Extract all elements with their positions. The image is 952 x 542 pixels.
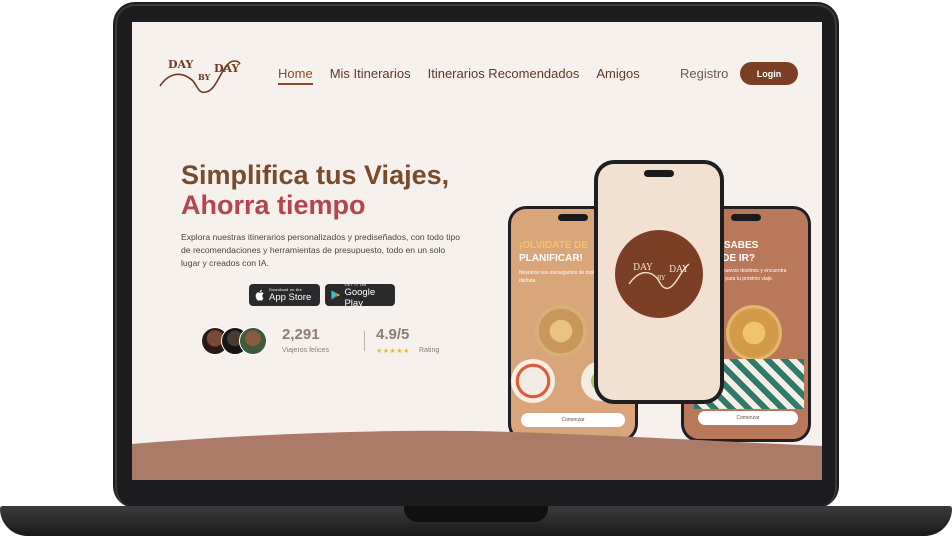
app-logo-by: BY	[657, 275, 666, 282]
traveler-avatars	[201, 327, 271, 357]
app-logo-circle: DAY BY DAY	[615, 230, 703, 318]
phone-notch	[644, 170, 674, 177]
phone-left-heading-line1: ¡OLVÍDATE DE	[519, 240, 589, 251]
app-store-big: App Store	[269, 292, 312, 303]
phone-left-heading-line2: PLANIFICAR!	[519, 253, 583, 264]
laptop-notch	[404, 506, 548, 522]
phone-notch	[558, 214, 588, 221]
main-nav: Home Mis Itinerarios Itinerarios Recomen…	[278, 66, 640, 85]
rating-label: Rating	[419, 347, 440, 354]
google-play-big: Google Play	[344, 286, 376, 309]
day-by-day-logo[interactable]: DAY BY DAY	[158, 50, 242, 98]
hero-description: Explora nuestras itinerarios personaliza…	[181, 232, 460, 268]
logo-word-day2: DAY	[214, 62, 240, 75]
app-store-text: Download on the App Store	[269, 287, 311, 303]
straw-hat-image	[535, 305, 587, 357]
rating-value: 4.9/5	[376, 326, 410, 343]
users-count: 2,291	[282, 326, 320, 343]
nav-mis-itinerarios[interactable]: Mis Itinerarios	[330, 66, 411, 85]
app-logo-day2: DAY	[669, 265, 689, 275]
phone-notch	[731, 214, 761, 221]
google-play-button[interactable]: GET IT ON Google Play	[325, 282, 395, 309]
register-link[interactable]: Registro	[680, 66, 728, 81]
login-button[interactable]: Login	[740, 62, 798, 85]
web-page: DAY BY DAY Home Mis Itinerarios Itinerar…	[132, 22, 822, 480]
app-logo-day1: DAY	[633, 263, 653, 273]
nav-itinerarios-recomendados[interactable]: Itinerarios Recomendados	[428, 66, 580, 85]
apple-icon	[255, 289, 264, 301]
google-play-text: GET IT ON Google Play	[344, 282, 389, 309]
logo-word-day1: DAY	[168, 58, 194, 71]
phone-center-screen: DAY BY DAY	[598, 164, 720, 400]
footer-wave	[132, 430, 822, 480]
food-plate-image	[511, 359, 555, 403]
phone-left-heading: ¡OLVÍDATE DE PLANIFICAR!	[519, 239, 588, 265]
hero-title: Simplifica tus Viajes, Ahorra tiempo	[181, 160, 449, 220]
nav-home[interactable]: Home	[278, 66, 313, 85]
avatar	[239, 327, 267, 355]
app-store-button[interactable]: Download on the App Store	[249, 284, 320, 306]
phone-mockup-center: DAY BY DAY	[594, 160, 724, 404]
nav-amigos[interactable]: Amigos	[596, 66, 639, 85]
hero-title-line1: Simplifica tus Viajes,	[181, 160, 450, 190]
users-label: Viajeros felices	[282, 347, 329, 354]
hero-title-line2: Ahorra tiempo	[181, 190, 366, 220]
straw-hat-image	[726, 305, 782, 361]
rating-stars: ★★★★★	[376, 348, 410, 355]
logo-word-by: BY	[198, 72, 211, 82]
stats-divider	[364, 331, 365, 351]
google-play-icon	[331, 290, 341, 300]
